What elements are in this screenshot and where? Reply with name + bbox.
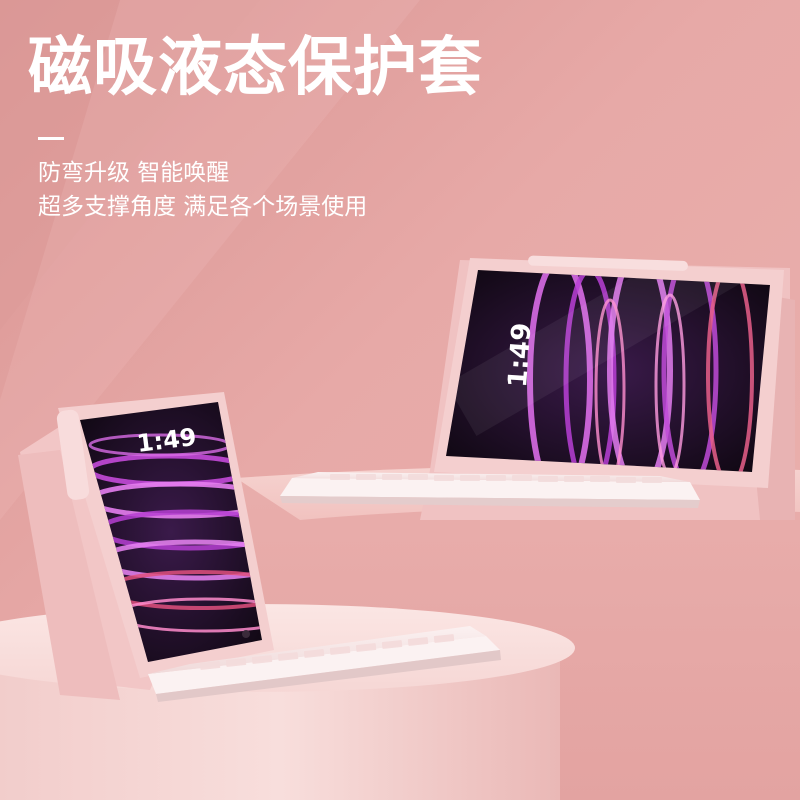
- right-tablet-clock: 1:49: [503, 322, 537, 389]
- feature-line-2: 超多支撑角度 满足各个场景使用: [38, 194, 368, 220]
- home-button-icon: [242, 630, 250, 638]
- product-scene: 1:49 1:49: [0, 0, 800, 800]
- title-divider: [38, 137, 64, 140]
- feature-line-1: 防弯升级 智能唤醒: [38, 160, 230, 186]
- headline: 磁吸液态保护套: [28, 31, 483, 105]
